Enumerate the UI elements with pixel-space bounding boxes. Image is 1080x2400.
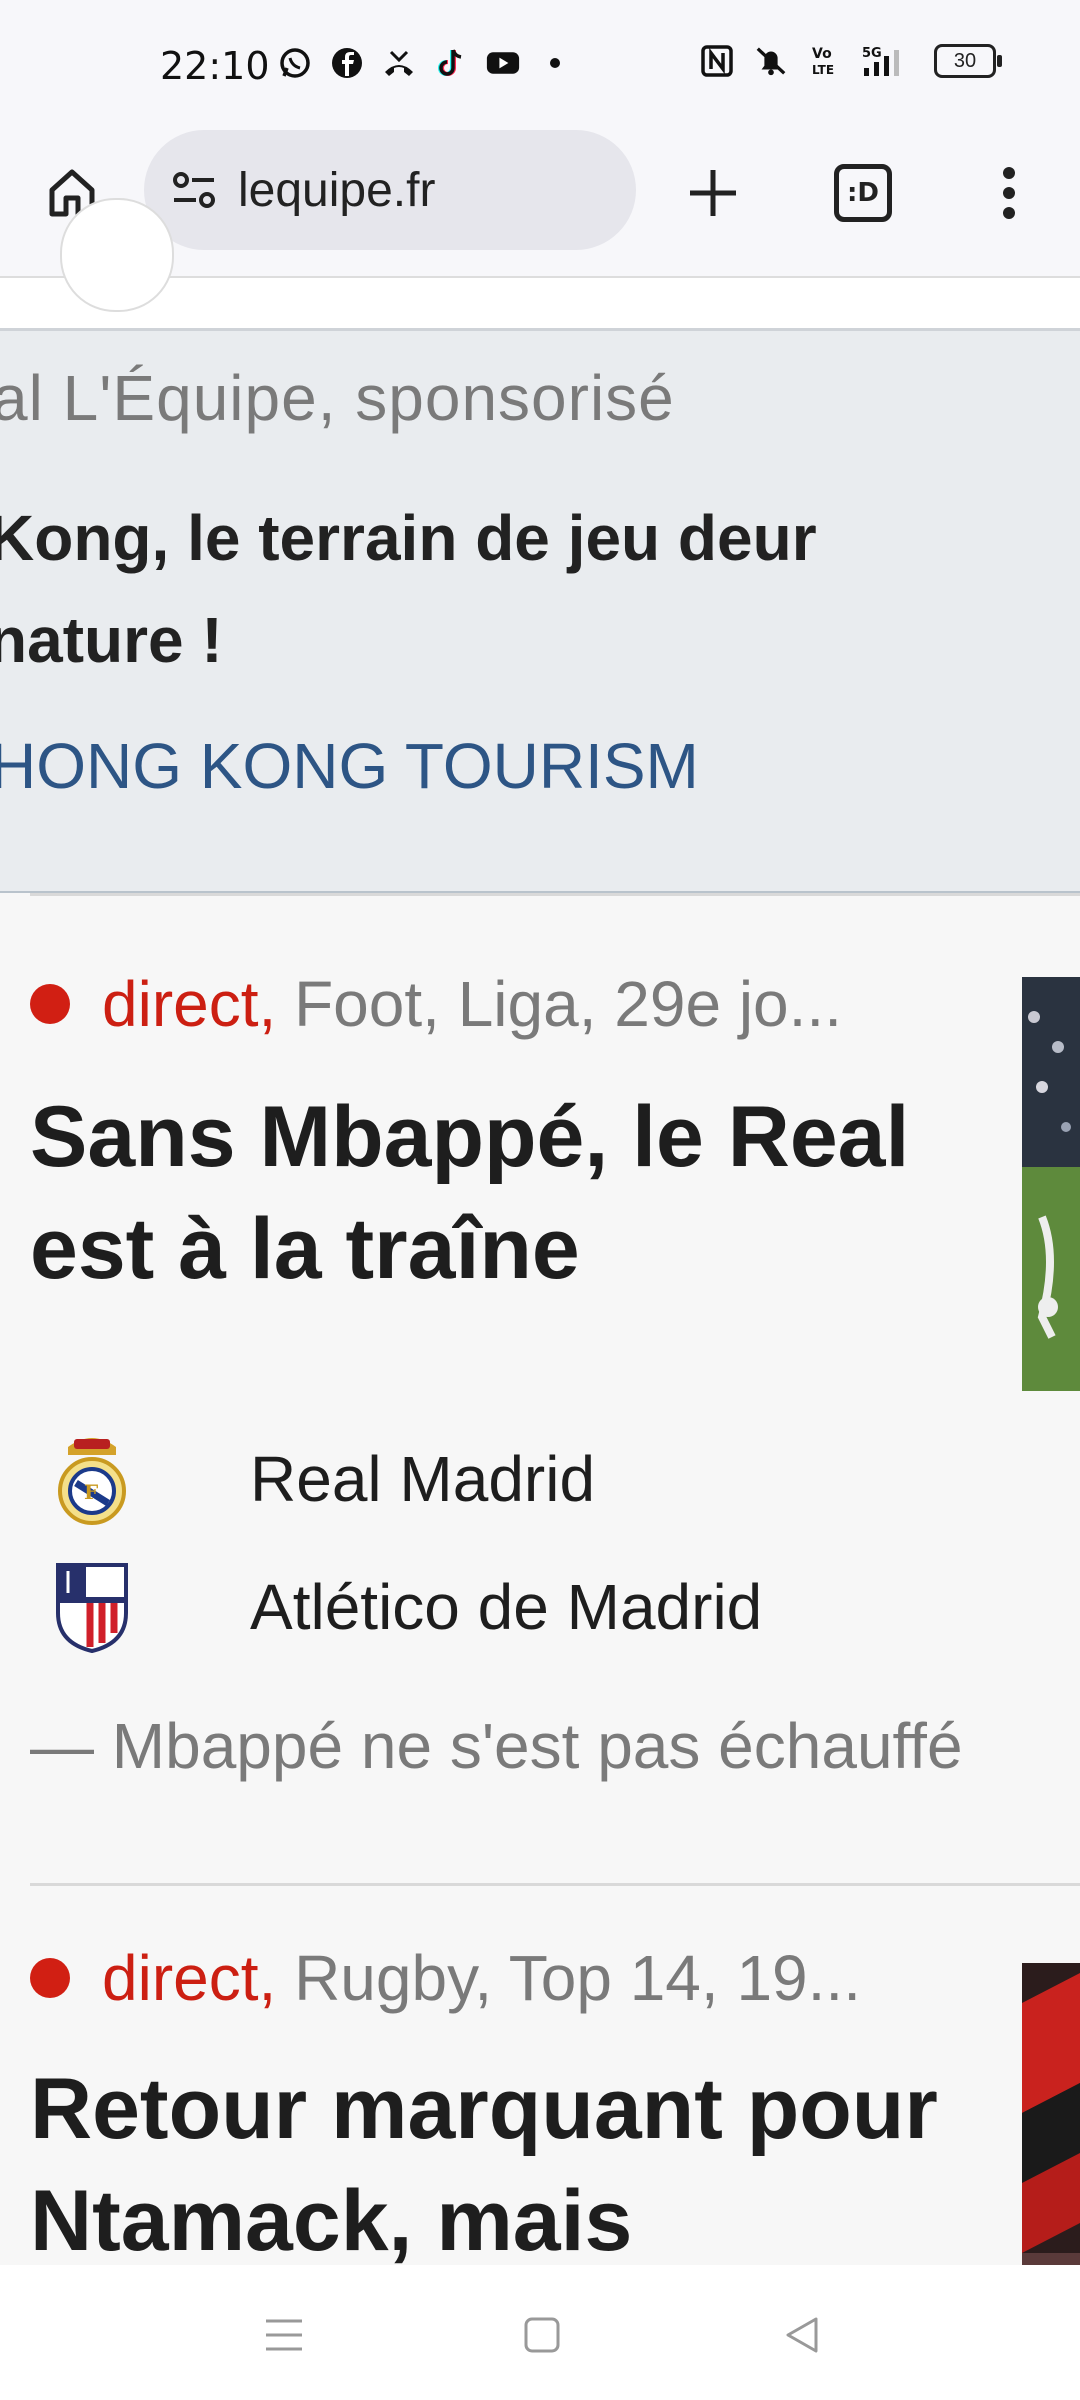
partial-logo	[60, 198, 174, 312]
svg-text:Vo: Vo	[812, 46, 832, 62]
dot-icon	[538, 46, 572, 80]
youtube-icon	[486, 46, 520, 80]
article-kicker: direct, Foot, Liga, 29e jo...	[30, 967, 842, 1041]
tab-switcher-button[interactable]: :D	[830, 160, 896, 226]
menu-lines-icon	[266, 2319, 302, 2351]
back-triangle-icon	[786, 2317, 818, 2353]
atletico-madrid-crest-icon	[56, 1563, 128, 1653]
back-nav-button[interactable]	[772, 2305, 832, 2365]
ad-advertiser-link[interactable]: HONG KONG TOURISM	[0, 729, 699, 803]
article-headline[interactable]: Retour marquant pour Ntamack, mais	[30, 2053, 960, 2277]
team-name: Atlético de Madrid	[250, 1571, 763, 1643]
team-row[interactable]: F Real Madrid	[54, 1433, 595, 1525]
article-card[interactable]: direct, Foot, Liga, 29e jo... Sans Mbapp…	[0, 893, 1080, 1881]
facebook-icon	[330, 46, 364, 80]
missed-call-icon	[382, 46, 416, 80]
team-name: Real Madrid	[250, 1443, 596, 1515]
article-summary: — Mbappé ne s'est pas échauffé	[30, 1710, 963, 1782]
notification-icons	[278, 46, 572, 80]
url-text: lequipe.fr	[238, 163, 436, 217]
address-bar[interactable]: lequipe.fr	[144, 130, 636, 250]
header-sliver	[0, 198, 1080, 331]
5g-signal-icon: 5G	[862, 44, 914, 78]
live-label: direct,	[102, 968, 277, 1040]
live-dot-icon	[30, 1958, 70, 1998]
divider	[30, 1883, 1080, 1886]
team-row[interactable]: Atlético de Madrid	[54, 1561, 762, 1653]
article-category: Rugby, Top 14, 19...	[294, 1942, 861, 2014]
more-vert-icon	[1003, 167, 1015, 219]
article-thumbnail[interactable]	[1022, 977, 1080, 1391]
sponsored-ad[interactable]: al L'Équipe, sponsorisé Kong, le terrain…	[0, 331, 1080, 893]
divider	[30, 893, 1080, 896]
home-nav-button[interactable]	[512, 2305, 572, 2365]
nfc-icon	[700, 44, 734, 78]
battery-level: 30	[953, 49, 977, 72]
status-bar: 22:10 Vo LTE 5G 30	[0, 0, 1080, 130]
system-nav-bar	[0, 2265, 1080, 2400]
recent-apps-button[interactable]	[254, 2305, 314, 2365]
tab-count: :D	[834, 164, 892, 222]
live-label: direct,	[102, 1942, 277, 2014]
system-icons: Vo LTE 5G 30	[700, 44, 1002, 78]
article-headline[interactable]: Sans Mbappé, le Real est à la traîne	[30, 1081, 960, 1305]
real-madrid-crest-icon: F	[58, 1438, 126, 1525]
svg-text:5G: 5G	[862, 46, 882, 61]
volte-icon: Vo LTE	[808, 44, 842, 78]
mute-icon	[754, 44, 788, 78]
square-icon	[524, 2317, 560, 2353]
status-time: 22:10	[160, 44, 270, 88]
svg-text:F: F	[84, 1480, 98, 1504]
article-card[interactable]: direct, Rugby, Top 14, 19... Retour marq…	[0, 1883, 1080, 2283]
more-menu-button[interactable]	[986, 160, 1032, 226]
new-tab-button[interactable]	[680, 160, 746, 226]
site-settings-icon[interactable]	[170, 166, 218, 214]
whatsapp-icon	[278, 46, 312, 80]
svg-text:LTE: LTE	[812, 63, 834, 77]
tiktok-icon	[434, 46, 468, 80]
article-kicker: direct, Rugby, Top 14, 19...	[30, 1941, 861, 2015]
ad-title[interactable]: Kong, le terrain de jeu deur nature !	[0, 487, 888, 691]
plus-icon	[690, 170, 736, 216]
article-thumbnail[interactable]	[1022, 1963, 1080, 2283]
battery-indicator: 30	[934, 44, 1002, 78]
article-category: Foot, Liga, 29e jo...	[294, 968, 842, 1040]
ad-sponsor-label: al L'Équipe, sponsorisé	[0, 362, 675, 434]
live-dot-icon	[30, 984, 70, 1024]
